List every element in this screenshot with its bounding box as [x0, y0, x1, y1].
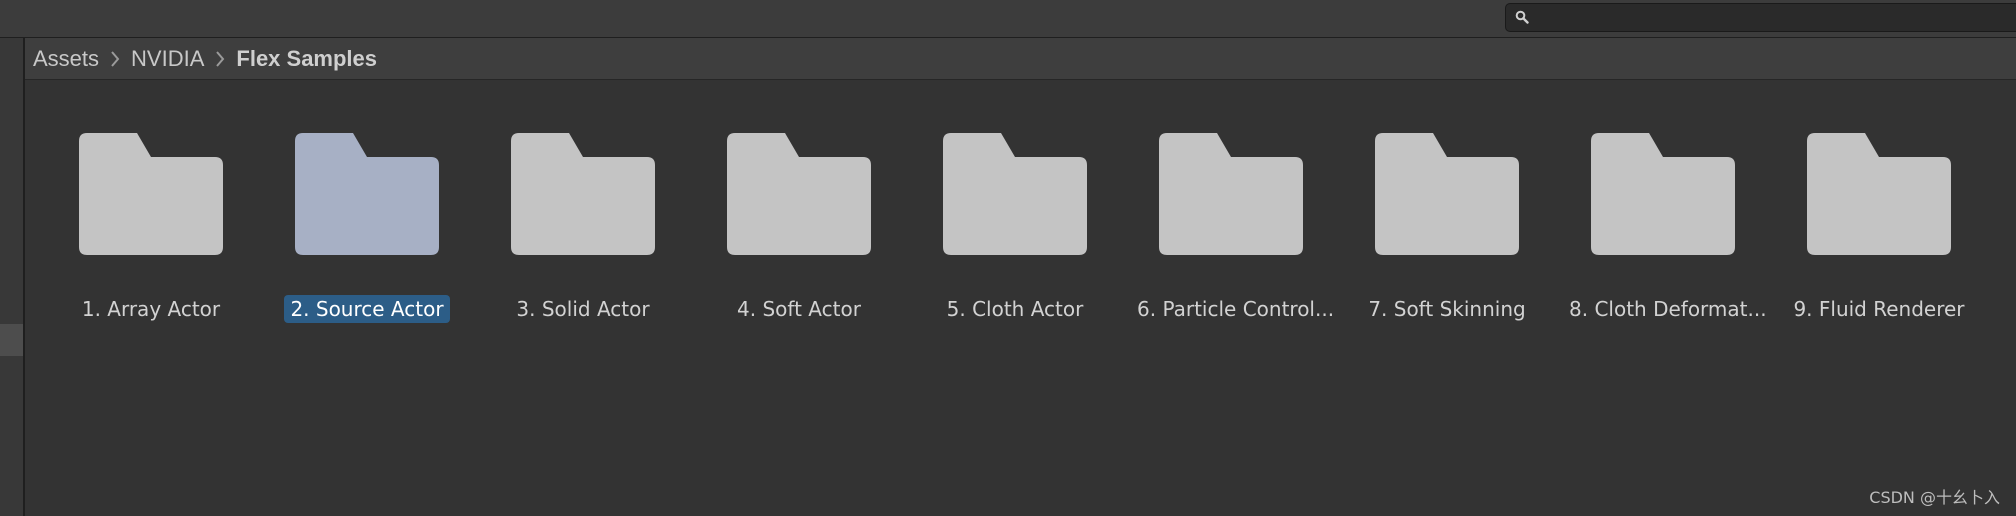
folder-label: 2. Source Actor [284, 295, 450, 323]
folder-icon [1591, 133, 1735, 255]
folder-label: 3. Solid Actor [516, 297, 650, 321]
watermark: CSDN @十幺卜入 [1869, 488, 2000, 507]
breadcrumb-item-nvidia[interactable]: NVIDIA [131, 46, 204, 72]
folder-icon [295, 133, 439, 255]
folder-label: 8. Cloth Deformat... [1569, 297, 1767, 321]
folder-item[interactable]: 3. Solid Actor [483, 133, 683, 333]
folder-icon [1159, 133, 1303, 255]
folder-icon [511, 133, 655, 255]
breadcrumb: Assets NVIDIA Flex Samples [25, 38, 2016, 80]
folder-item[interactable]: 6. Particle Control... [1131, 133, 1334, 333]
folder-label: 5. Cloth Actor [946, 297, 1084, 321]
folder-icon [79, 133, 223, 255]
folder-item[interactable]: 7. Soft Skinning [1347, 133, 1547, 333]
folder-item[interactable]: 1. Array Actor [51, 133, 251, 333]
folder-item[interactable]: 4. Soft Actor [699, 133, 899, 333]
folder-grid: 1. Array Actor 2. Source Actor 3. Solid … [0, 81, 2016, 516]
chevron-right-icon [111, 50, 120, 67]
search-icon [1515, 10, 1529, 24]
toolbar [0, 0, 2016, 38]
breadcrumb-item-assets[interactable]: Assets [33, 46, 99, 72]
folder-label: 4. Soft Actor [737, 297, 861, 321]
folder-label: 1. Array Actor [81, 297, 221, 321]
project-browser: Assets NVIDIA Flex Samples 1. Array Acto… [0, 0, 2016, 516]
chevron-right-icon [216, 50, 225, 67]
folder-item[interactable]: 5. Cloth Actor [915, 133, 1115, 333]
folder-item[interactable]: 9. Fluid Renderer [1779, 133, 1979, 333]
folder-label: 6. Particle Control... [1137, 297, 1335, 321]
folder-item[interactable]: 8. Cloth Deformat... [1563, 133, 1767, 333]
folder-icon [1807, 133, 1951, 255]
search-field[interactable] [1505, 3, 2016, 32]
folder-label: 7. Soft Skinning [1368, 297, 1526, 321]
folder-item[interactable]: 2. Source Actor [267, 133, 467, 333]
folder-icon [943, 133, 1087, 255]
folder-icon [727, 133, 871, 255]
breadcrumb-item-flex-samples[interactable]: Flex Samples [236, 46, 377, 72]
folder-icon [1375, 133, 1519, 255]
folder-label: 9. Fluid Renderer [1793, 297, 1965, 321]
